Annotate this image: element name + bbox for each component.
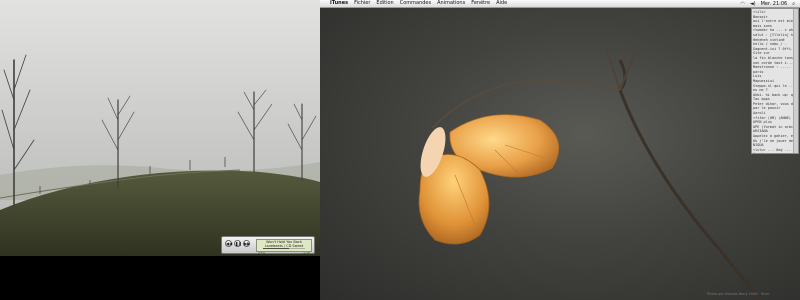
next-icon: ▶▶ [244,241,251,246]
volume-icon[interactable]: ◄) [750,1,756,7]
progress-fill [263,247,290,249]
menu-item-fichier[interactable]: Fichier [354,0,370,7]
leaf-macro-wallpaper [418,39,762,300]
chat-window[interactable]: <lili>Bonsoiroui l'autre est mieux avecm… [751,8,799,154]
menu-item-aide[interactable]: Aide [496,0,507,7]
remaining-time: -1:40 [302,251,310,255]
chat-log: <lili>Bonsoiroui l'autre est mieux avecm… [753,10,797,153]
chat-line: Appelez a gahier, en ... [753,134,797,139]
chat-line: la fin blanche tous tout en [753,55,797,60]
menubar-extras: ◠ ◄) Mer. 21:06 ⌕ [740,1,800,7]
pause-button[interactable]: ❚❚ [234,240,242,247]
menu-item-edition[interactable]: Edition [376,0,393,7]
progress-track[interactable] [263,247,305,249]
wifi-icon[interactable]: ◠ [740,1,744,7]
chat-line: salut : [Yllelin] haha euh [753,32,797,37]
prev-button[interactable]: ◀◀ [225,240,232,247]
menu-app-name[interactable]: iTunes [330,0,348,7]
chat-line: A oui [753,152,797,153]
right-screen: iTunes Fichier Edition Commandes Animati… [320,0,800,300]
spotlight-icon[interactable]: ⌕ [792,1,795,7]
next-button[interactable]: ▶▶ [243,240,250,247]
prev-icon: ◀◀ [226,241,233,246]
itunes-mini-player[interactable]: ◀◀ ❚❚ ▶▶ Won't Hold You Back Lovebeats /… [221,236,315,255]
menu-item-animations[interactable]: Animations [437,0,465,7]
menubar-clock[interactable]: Mer. 21:06 [761,1,788,7]
menu-bar: iTunes Fichier Edition Commandes Animati… [320,0,800,8]
elapsed-time: 2:53 [258,251,265,255]
left-screen: ◀◀ ❚❚ ▶▶ Won't Hold You Back Lovebeats /… [0,0,320,300]
pause-icon: ❚❚ [235,241,242,246]
now-playing-display: Won't Hold You Back Lovebeats / CD Sweet… [256,239,312,255]
photo-credit: Photo par Nicolas Bony 2006 · flickr [707,292,770,296]
chat-scrollbar[interactable] [793,9,798,153]
menu-item-fenetre[interactable]: Fenêtre [471,0,490,7]
foggy-landscape-wallpaper [0,0,320,256]
menu-item-commandes[interactable]: Commandes [400,0,431,7]
